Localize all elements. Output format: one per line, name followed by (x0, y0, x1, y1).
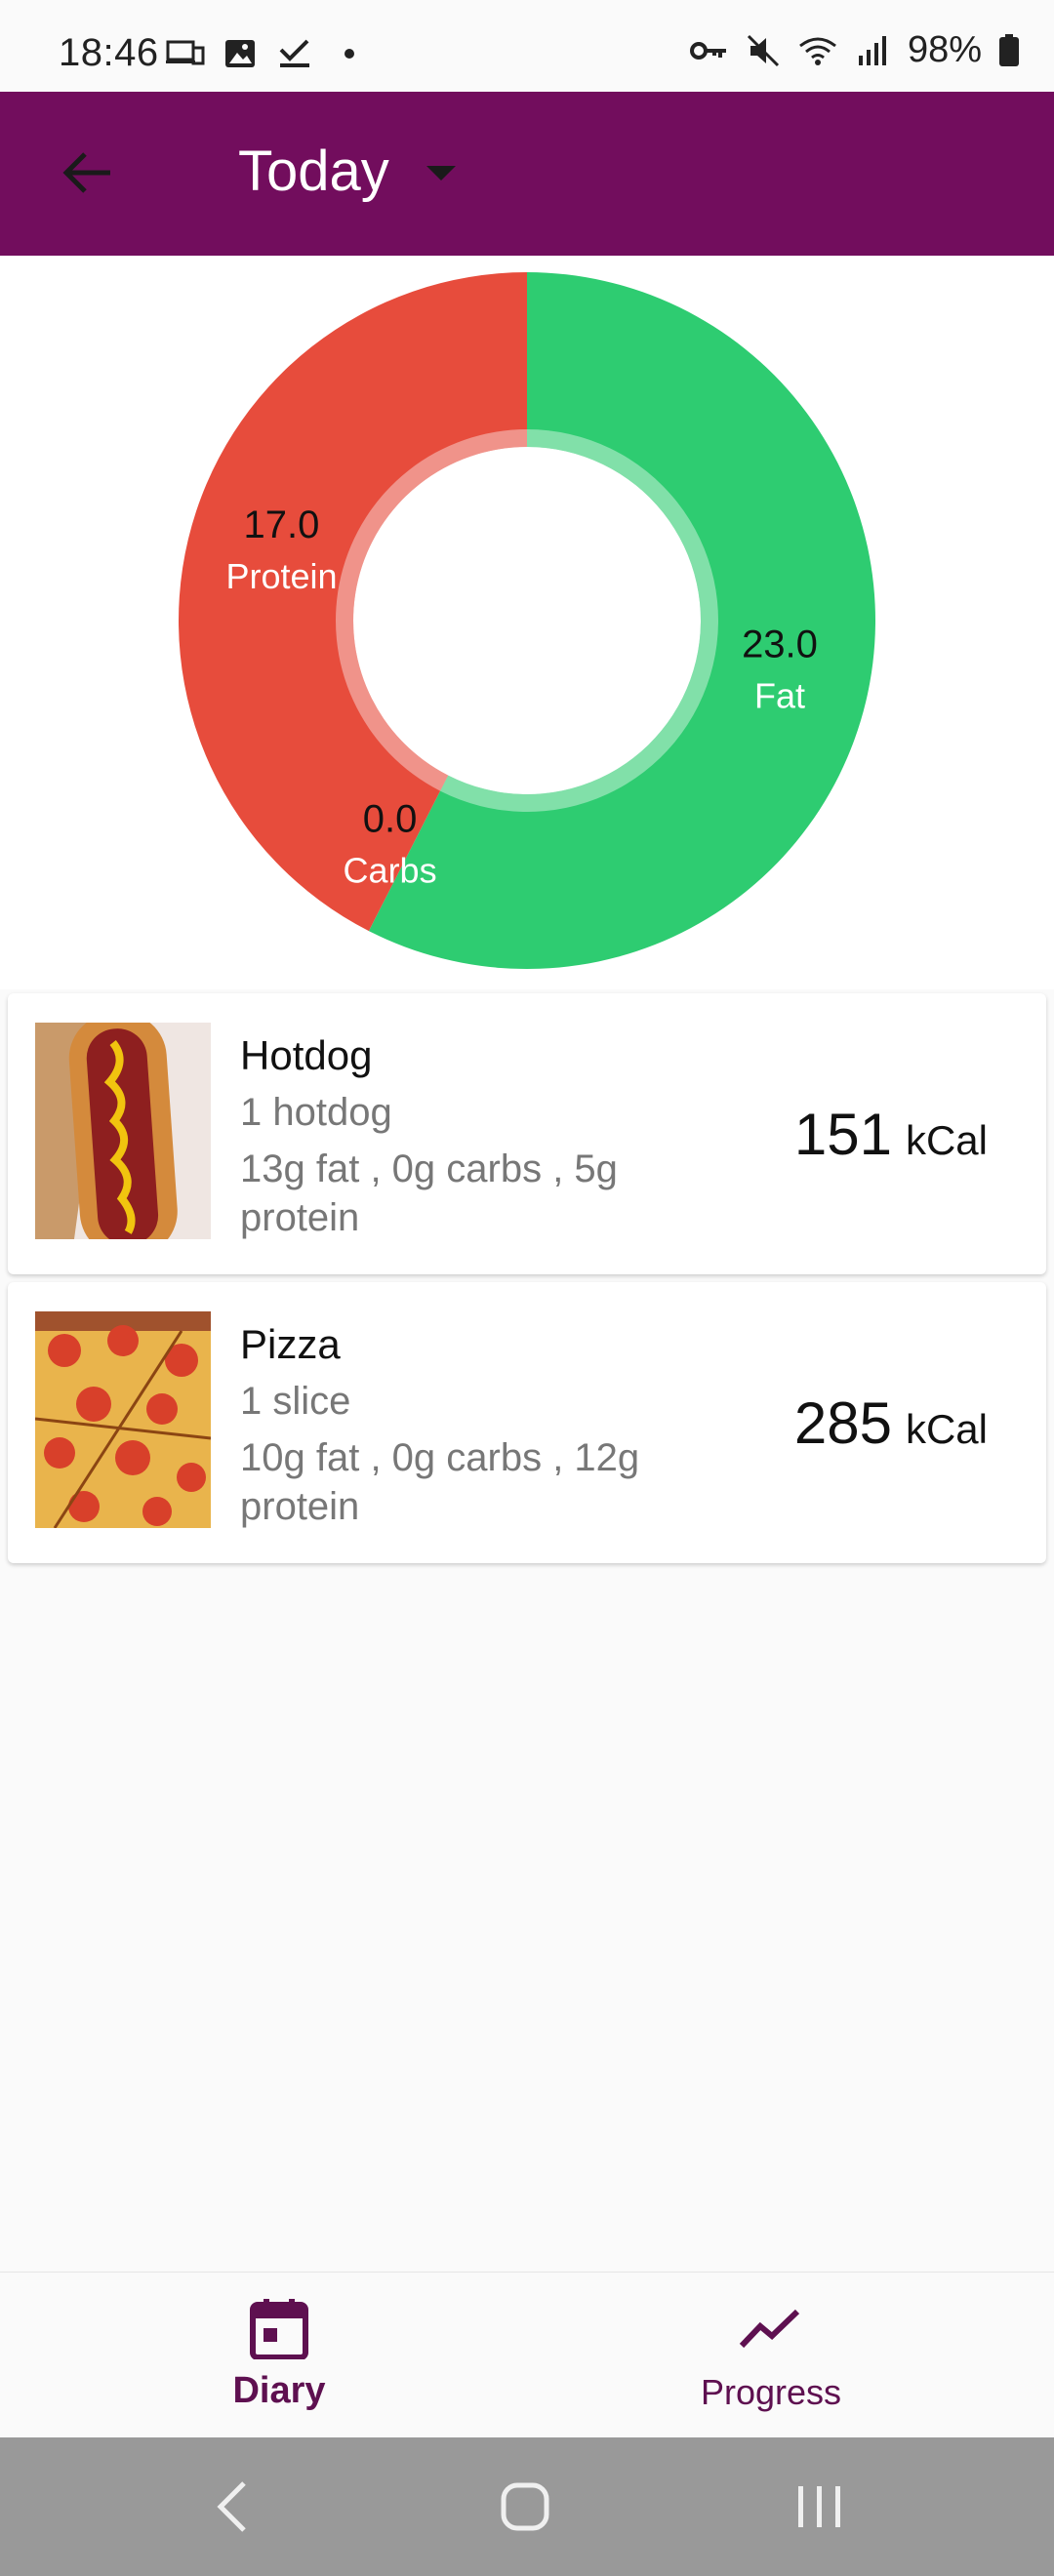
home-nav-icon[interactable] (486, 2473, 564, 2541)
system-nav-bar (0, 2437, 1054, 2576)
status-bar: 18:46 98% (0, 0, 1054, 92)
food-name: Hotdog (240, 1032, 373, 1078)
mute-icon (744, 34, 783, 67)
macro-donut-chart: 23.0 Fat 0.0 Carbs 17.0 Protein (178, 272, 875, 969)
arrow-back-icon (61, 151, 112, 199)
pizza-photo (35, 1311, 211, 1528)
slice-value-protein: 17.0 (244, 503, 320, 546)
status-time: 18:46 (59, 31, 159, 74)
food-serving: 1 slice (240, 1380, 351, 1423)
kcal-unit: kCal (905, 1406, 988, 1452)
macro-chart: 23.0 Fat 0.0 Carbs 17.0 Protein (0, 256, 1054, 989)
kcal-value: 285 (793, 1390, 892, 1456)
slice-label-fat: Fat (754, 676, 805, 716)
key-icon (689, 34, 728, 67)
status-icons-left (166, 37, 369, 70)
slice-label-carbs: Carbs (344, 851, 437, 891)
battery-icon (997, 33, 1021, 67)
back-nav-icon[interactable] (193, 2473, 271, 2541)
dot-icon (330, 37, 369, 70)
food-card-hotdog[interactable]: Hotdog 1 hotdog 13g fat , 0g carbs , 5g … (8, 993, 1046, 1274)
food-name: Pizza (240, 1321, 341, 1367)
nav-diary[interactable]: Diary (16, 2273, 543, 2438)
nav-progress[interactable]: Progress (507, 2273, 1034, 2438)
food-serving: 1 hotdog (240, 1091, 392, 1134)
back-button[interactable] (43, 131, 131, 219)
kcal-value: 151 (793, 1102, 892, 1167)
trending-up-icon (737, 2294, 805, 2362)
wifi-icon (798, 34, 837, 67)
food-macros: 13g fat , 0g carbs , 5g protein (240, 1147, 618, 1239)
food-macros: 10g fat , 0g carbs , 12g protein (240, 1436, 640, 1528)
food-card-pizza[interactable]: Pizza 1 slice 10g fat , 0g carbs , 12g p… (8, 1282, 1046, 1563)
signal-icon (853, 34, 892, 67)
slice-value-fat: 23.0 (742, 624, 818, 666)
kcal-unit: kCal (905, 1117, 988, 1163)
calendar-icon (245, 2294, 313, 2362)
dropdown-arrow-icon (426, 166, 456, 181)
hotdog-photo (35, 1023, 211, 1239)
bottom-nav: Diary Progress (0, 2272, 1054, 2438)
food-kcal: 285 kCal (794, 1389, 988, 1457)
battery-text: 98% (907, 29, 982, 70)
date-selector[interactable]: Today (238, 139, 456, 204)
check-icon (275, 37, 314, 70)
nav-label-diary: Diary (232, 2370, 326, 2411)
devices-icon (166, 37, 205, 70)
slice-label-protein: Protein (225, 556, 337, 596)
recents-nav-icon[interactable] (781, 2473, 859, 2541)
image-icon (221, 37, 260, 70)
app-bar: Today (0, 92, 1054, 256)
slice-value-carbs: 0.0 (363, 798, 418, 841)
status-icons-right: 98% (689, 29, 1021, 71)
food-kcal: 151 kCal (794, 1101, 988, 1168)
page-title: Today (238, 140, 389, 203)
nav-label-progress: Progress (700, 2372, 842, 2412)
